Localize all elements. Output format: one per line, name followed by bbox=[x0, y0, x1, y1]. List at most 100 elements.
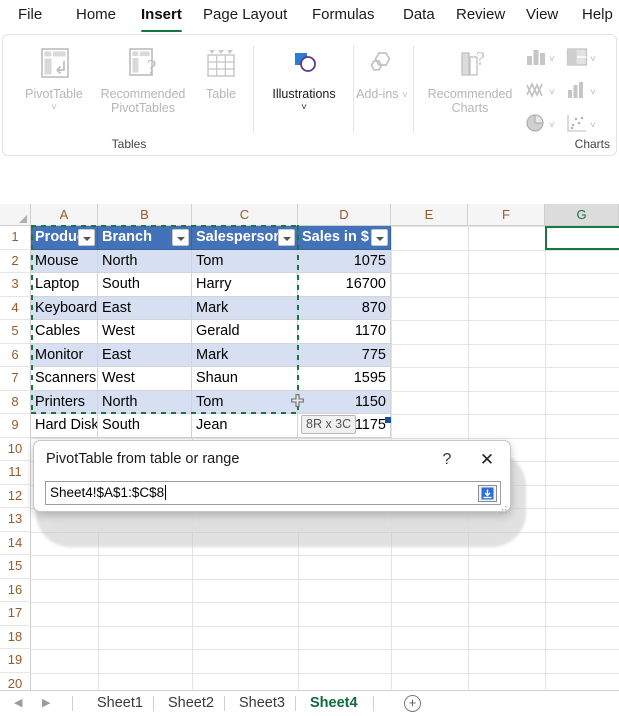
table-cell[interactable]: Printers bbox=[31, 391, 98, 415]
dialog-resize-grip[interactable] bbox=[499, 501, 507, 509]
table-cell[interactable]: West bbox=[98, 367, 192, 391]
select-all-corner[interactable] bbox=[0, 204, 31, 226]
table-cell[interactable]: Shaun bbox=[192, 367, 298, 391]
row-header-13[interactable]: 13 bbox=[0, 508, 31, 532]
table-cell[interactable]: Laptop bbox=[31, 273, 98, 297]
table-cell[interactable]: Jean bbox=[192, 414, 298, 438]
ribbon-tab-home[interactable]: Home bbox=[72, 3, 120, 30]
pivottable-chevron-down-icon[interactable]: ˅ bbox=[17, 102, 91, 113]
pie-chart-button[interactable]: ˅ bbox=[525, 113, 547, 138]
scatter-chart-button[interactable]: ˅ bbox=[566, 113, 588, 138]
addins-button[interactable]: Add-ins ˅ bbox=[351, 41, 413, 101]
sheet-tab-sheet2[interactable]: Sheet2 bbox=[161, 693, 221, 715]
row-header-2[interactable]: 2 bbox=[0, 250, 31, 274]
ribbon-tab-review[interactable]: Review bbox=[452, 3, 509, 30]
filter-dropdown-icon[interactable] bbox=[371, 229, 388, 246]
column-header-F[interactable]: F bbox=[468, 204, 545, 226]
table-cell[interactable]: 1150 bbox=[298, 391, 391, 415]
row-header-12[interactable]: 12 bbox=[0, 485, 31, 509]
table-cell[interactable]: Monitor bbox=[31, 344, 98, 368]
sheet-tab-sheet4[interactable]: Sheet4 bbox=[303, 693, 365, 715]
table-cell[interactable]: East bbox=[98, 344, 192, 368]
row-header-4[interactable]: 4 bbox=[0, 297, 31, 321]
pivottable-range-dialog[interactable]: PivotTable from table or range ? ✕ Sheet… bbox=[33, 440, 511, 512]
table-cell[interactable]: West bbox=[98, 320, 192, 344]
dialog-close-button[interactable]: ✕ bbox=[474, 449, 500, 471]
column-header-D[interactable]: D bbox=[298, 204, 391, 226]
column-header-B[interactable]: B bbox=[98, 204, 192, 226]
row-header-9[interactable]: 9 bbox=[0, 414, 31, 438]
table-cell[interactable]: Tom bbox=[192, 250, 298, 274]
table-cell[interactable]: Mark bbox=[192, 297, 298, 321]
collapse-dialog-icon[interactable] bbox=[478, 485, 497, 502]
bar-chart-button[interactable]: ˅ bbox=[566, 80, 588, 105]
hierarchy-chart-button[interactable]: ˅ bbox=[566, 47, 588, 72]
table-cell[interactable]: South bbox=[98, 273, 192, 297]
table-cell[interactable]: North bbox=[98, 391, 192, 415]
row-header-15[interactable]: 15 bbox=[0, 555, 31, 579]
column-header-E[interactable]: E bbox=[391, 204, 468, 226]
row-header-10[interactable]: 10 bbox=[0, 438, 31, 462]
ribbon-tab-help[interactable]: Help bbox=[578, 3, 617, 30]
table-cell[interactable]: North bbox=[98, 250, 192, 274]
fill-handle[interactable] bbox=[385, 417, 391, 423]
ribbon-tab-insert[interactable]: Insert bbox=[137, 3, 186, 30]
row-header-1[interactable]: 1 bbox=[0, 226, 31, 250]
sheet-tab-sheet1[interactable]: Sheet1 bbox=[90, 693, 150, 715]
row-header-11[interactable]: 11 bbox=[0, 461, 31, 485]
table-cell[interactable]: 16700 bbox=[298, 273, 391, 297]
add-sheet-button[interactable]: + bbox=[404, 695, 421, 712]
column-chart-button[interactable]: ˅ bbox=[525, 47, 547, 72]
table-cell[interactable]: Scanners bbox=[31, 367, 98, 391]
illustrations-button[interactable]: Illustrations ˅ bbox=[263, 41, 345, 113]
row-header-18[interactable]: 18 bbox=[0, 626, 31, 650]
dialog-help-button[interactable]: ? bbox=[436, 449, 458, 471]
table-cell[interactable]: Harry bbox=[192, 273, 298, 297]
next-sheet-icon[interactable]: ▶ bbox=[42, 696, 50, 709]
table-cell[interactable]: Mouse bbox=[31, 250, 98, 274]
ribbon-tab-file[interactable]: File bbox=[14, 3, 46, 30]
table-cell[interactable]: 775 bbox=[298, 344, 391, 368]
ribbon-tab-formulas[interactable]: Formulas bbox=[308, 3, 379, 30]
recommended-charts-button[interactable]: ? Recommended Charts bbox=[421, 41, 519, 115]
row-header-14[interactable]: 14 bbox=[0, 532, 31, 556]
previous-sheet-icon[interactable]: ◀ bbox=[14, 696, 22, 709]
row-header-3[interactable]: 3 bbox=[0, 273, 31, 297]
table-cell[interactable]: South bbox=[98, 414, 192, 438]
ribbon-tab-view[interactable]: View bbox=[522, 3, 562, 30]
row-header-6[interactable]: 6 bbox=[0, 344, 31, 368]
column-header-C[interactable]: C bbox=[192, 204, 298, 226]
filter-dropdown-icon[interactable] bbox=[278, 229, 295, 246]
ribbon-tab-data[interactable]: Data bbox=[399, 3, 439, 30]
active-cell-g1[interactable] bbox=[545, 226, 619, 250]
table-cell[interactable]: 1595 bbox=[298, 367, 391, 391]
row-header-8[interactable]: 8 bbox=[0, 391, 31, 415]
pivottable-button[interactable]: PivotTable ˅ bbox=[17, 41, 91, 113]
row-header-7[interactable]: 7 bbox=[0, 367, 31, 391]
sheet-tab-sheet3[interactable]: Sheet3 bbox=[232, 693, 292, 715]
filter-dropdown-icon[interactable] bbox=[78, 229, 95, 246]
illustrations-chevron-down-icon[interactable]: ˅ bbox=[263, 102, 345, 113]
column-header-G[interactable]: G bbox=[545, 204, 619, 226]
table-cell[interactable]: Gerald bbox=[192, 320, 298, 344]
row-header-16[interactable]: 16 bbox=[0, 579, 31, 603]
table-cell[interactable]: Keyboard bbox=[31, 297, 98, 321]
filter-dropdown-icon[interactable] bbox=[172, 229, 189, 246]
row-header-17[interactable]: 17 bbox=[0, 602, 31, 626]
table-cell[interactable]: Hard Disk Drive bbox=[31, 414, 98, 438]
row-header-5[interactable]: 5 bbox=[0, 320, 31, 344]
table-cell[interactable]: Tom bbox=[192, 391, 298, 415]
column-header-A[interactable]: A bbox=[31, 204, 98, 226]
recommended-pivottables-button[interactable]: ? Recommended PivotTables bbox=[93, 41, 193, 115]
table-cell[interactable]: 1075 bbox=[298, 250, 391, 274]
row-header-19[interactable]: 19 bbox=[0, 649, 31, 673]
table-cell[interactable]: Cables bbox=[31, 320, 98, 344]
table-cell[interactable]: 1170 bbox=[298, 320, 391, 344]
ribbon-tab-page-layout[interactable]: Page Layout bbox=[199, 3, 291, 30]
range-input[interactable]: Sheet4!$A$1:$C$8 bbox=[45, 481, 501, 505]
table-cell[interactable]: 870 bbox=[298, 297, 391, 321]
line-chart-button[interactable]: ˅ bbox=[525, 80, 547, 105]
row-header-20[interactable]: 20 bbox=[0, 673, 31, 691]
table-cell[interactable]: East bbox=[98, 297, 192, 321]
table-cell[interactable]: Mark bbox=[192, 344, 298, 368]
